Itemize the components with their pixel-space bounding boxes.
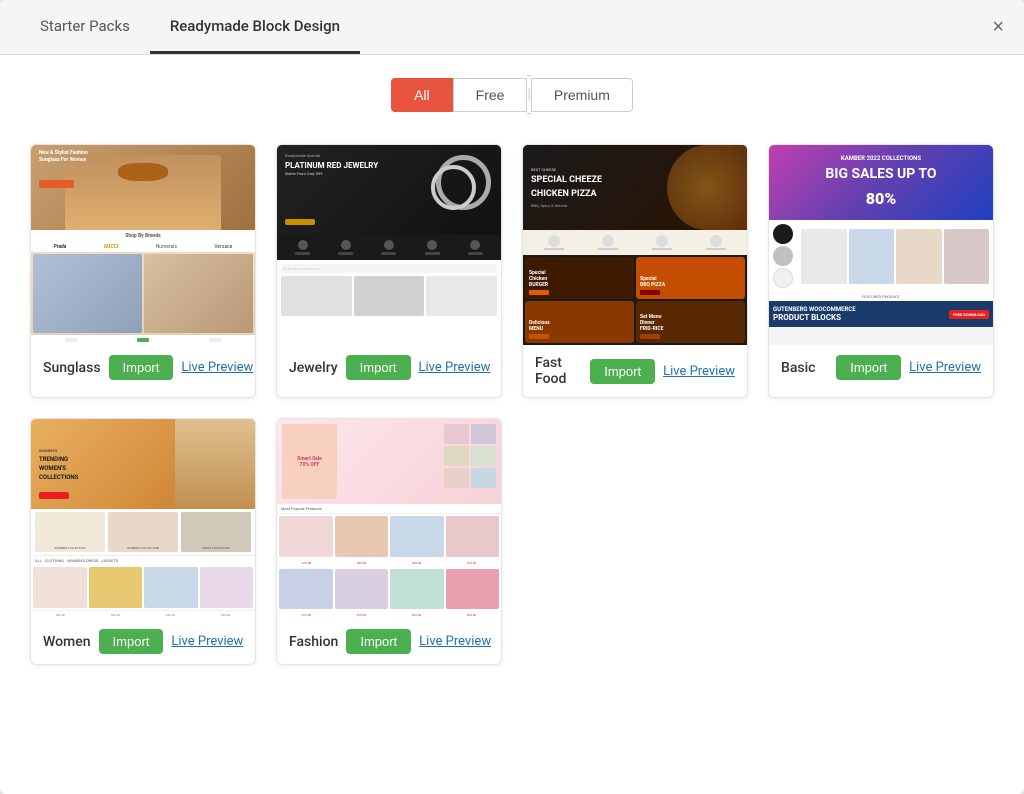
fastfood-import-button[interactable]: Import [590,359,655,384]
fastfood-preview-link[interactable]: Live Preview [663,364,735,379]
card-fashion-footer: Fashion Import Live Preview [277,619,501,664]
filter-premium-button[interactable]: Premium [531,78,633,112]
basic-label: Basic [781,360,828,376]
card-women: WOMEN'STRENDINGWOMEN'SCOLLECTIONS SUMMER… [30,418,256,665]
tab-readymade-block[interactable]: Readymade Block Design [150,0,360,54]
card-sunglass-footer: Sunglass Import Live Preview [31,345,255,390]
filter-bar: All Free | Premium [0,55,1024,134]
jewelry-label: Jewelry [289,360,338,376]
preview-jewelry: Readymade SpecialPLATINUM RED JEWELRYSta… [277,145,501,345]
card-fashion: Smart Sale70% OFF Most Popular Products [276,418,502,665]
preview-fastfood: BEST CHEESESpecial CheezeChicken PIZZABB… [523,145,747,345]
card-fastfood: BEST CHEESESpecial CheezeChicken PIZZABB… [522,144,748,398]
basic-preview-link[interactable]: Live Preview [909,360,981,375]
filter-all-button[interactable]: All [391,78,453,112]
tab-bar: Starter Packs Readymade Block Design [20,0,360,54]
jewelry-preview-link[interactable]: Live Preview [419,360,491,375]
preview-basic: KAMBER 2022 COLLECTIONSBIG SALES UP TO80… [769,145,993,345]
women-label: Women [43,634,91,650]
card-basic-footer: Basic Import Live Preview [769,345,993,390]
card-sunglass: New & Stylist FashionSunglass For Women … [30,144,256,398]
content-area: New & Stylist FashionSunglass For Women … [0,134,1024,794]
sunglass-label: Sunglass [43,360,101,376]
cards-grid: New & Stylist FashionSunglass For Women … [30,144,994,665]
jewelry-import-button[interactable]: Import [346,355,411,380]
sunglass-import-button[interactable]: Import [109,355,174,380]
fastfood-label: Fast Food [535,355,582,387]
preview-women: WOMEN'STRENDINGWOMEN'SCOLLECTIONS SUMMER… [31,419,255,619]
women-preview-link[interactable]: Live Preview [171,634,243,649]
card-basic: KAMBER 2022 COLLECTIONSBIG SALES UP TO80… [768,144,994,398]
fashion-preview-link[interactable]: Live Preview [419,634,491,649]
fashion-label: Fashion [289,634,338,650]
tab-starter-packs[interactable]: Starter Packs [20,0,150,54]
card-women-footer: Women Import Live Preview [31,619,255,664]
filter-free-button[interactable]: Free [453,78,528,112]
preview-sunglass: New & Stylist FashionSunglass For Women … [31,145,255,345]
preview-fashion: Smart Sale70% OFF Most Popular Products [277,419,501,619]
modal-container: Starter Packs Readymade Block Design × A… [0,0,1024,794]
card-jewelry: Readymade SpecialPLATINUM RED JEWELRYSta… [276,144,502,398]
basic-import-button[interactable]: Import [836,355,901,380]
fashion-import-button[interactable]: Import [346,629,411,654]
women-import-button[interactable]: Import [99,629,164,654]
card-jewelry-footer: Jewelry Import Live Preview [277,345,501,390]
card-fastfood-footer: Fast Food Import Live Preview [523,345,747,397]
sunglass-preview-link[interactable]: Live Preview [181,360,253,375]
close-button[interactable]: × [992,17,1004,37]
modal-header: Starter Packs Readymade Block Design × [0,0,1024,55]
